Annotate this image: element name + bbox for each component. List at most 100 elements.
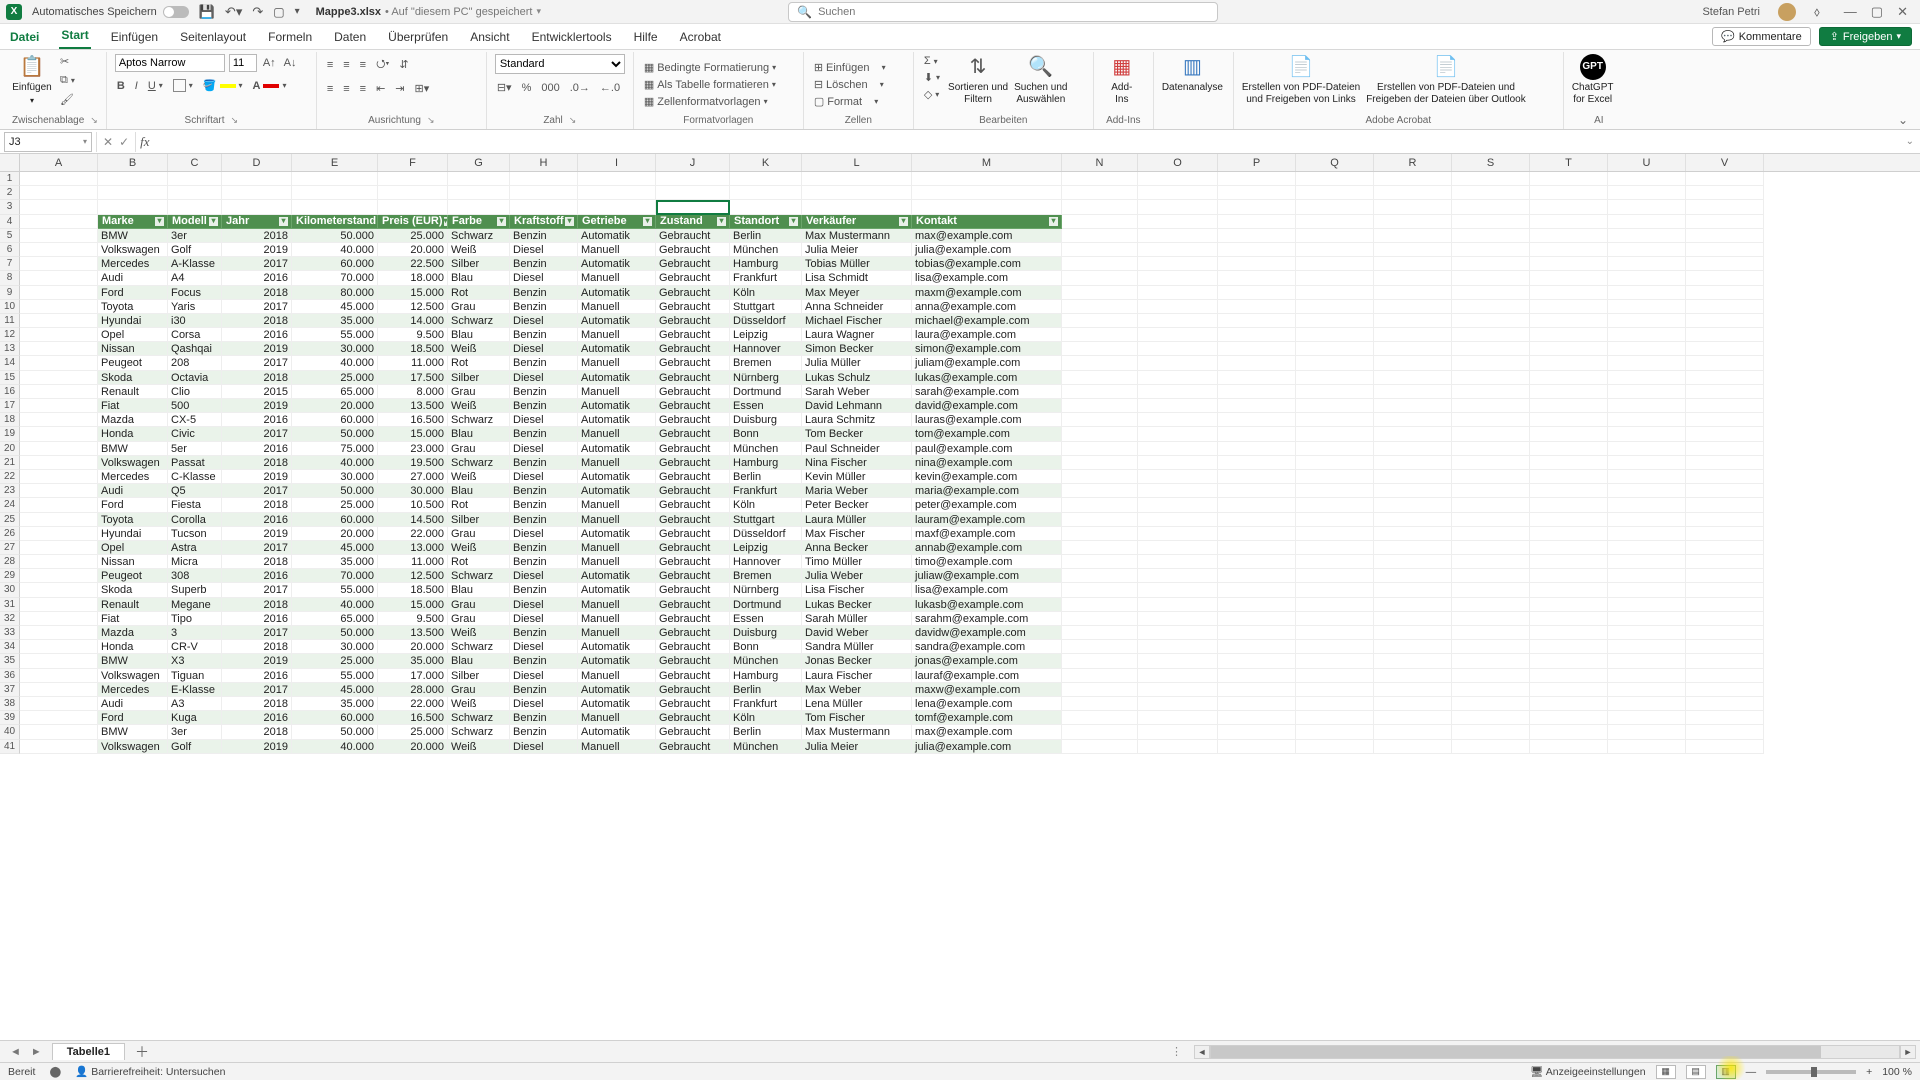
- cell-C1[interactable]: [168, 172, 222, 186]
- cell-A3[interactable]: [20, 200, 98, 214]
- cell-F37[interactable]: 28.000: [378, 683, 448, 697]
- cell-G39[interactable]: Schwarz: [448, 711, 510, 725]
- tab-einfügen[interactable]: Einfügen: [109, 26, 160, 49]
- cell-T21[interactable]: [1530, 456, 1608, 470]
- cell-K39[interactable]: Köln: [730, 711, 802, 725]
- cell-K27[interactable]: Leipzig: [730, 541, 802, 555]
- cell-G20[interactable]: Grau: [448, 442, 510, 456]
- row-header-7[interactable]: 7: [0, 257, 20, 271]
- cell-E30[interactable]: 55.000: [292, 583, 378, 597]
- cell-V23[interactable]: [1686, 484, 1764, 498]
- cell-O39[interactable]: [1138, 711, 1218, 725]
- cell-P16[interactable]: [1218, 385, 1296, 399]
- cell-Q14[interactable]: [1296, 356, 1374, 370]
- cell-B15[interactable]: Skoda: [98, 371, 168, 385]
- cell-O11[interactable]: [1138, 314, 1218, 328]
- cell-D25[interactable]: 2016: [222, 513, 292, 527]
- user-name[interactable]: Stefan Petri: [1702, 6, 1759, 18]
- row-header-2[interactable]: 2: [0, 186, 20, 200]
- scroll-left-button[interactable]: ◄: [1194, 1045, 1210, 1059]
- cell-I29[interactable]: Automatik: [578, 569, 656, 583]
- row-header-28[interactable]: 28: [0, 555, 20, 569]
- cell-K31[interactable]: Dortmund: [730, 598, 802, 612]
- cell-H36[interactable]: Diesel: [510, 669, 578, 683]
- percent-button[interactable]: %: [520, 81, 534, 95]
- filter-arrow-icon[interactable]: ▾: [208, 216, 219, 227]
- cell-M16[interactable]: sarah@example.com: [912, 385, 1062, 399]
- row-header-34[interactable]: 34: [0, 640, 20, 654]
- zoom-out-button[interactable]: —: [1746, 1066, 1757, 1078]
- cell-P2[interactable]: [1218, 186, 1296, 200]
- cell-I34[interactable]: Automatik: [578, 640, 656, 654]
- cell-E24[interactable]: 25.000: [292, 498, 378, 512]
- cell-N14[interactable]: [1062, 356, 1138, 370]
- cell-L14[interactable]: Julia Müller: [802, 356, 912, 370]
- cell-D5[interactable]: 2018: [222, 229, 292, 243]
- align-bottom-button[interactable]: ≡: [358, 58, 368, 72]
- row-header-40[interactable]: 40: [0, 725, 20, 739]
- cell-L18[interactable]: Laura Schmitz: [802, 413, 912, 427]
- cell-O32[interactable]: [1138, 612, 1218, 626]
- cell-Q17[interactable]: [1296, 399, 1374, 413]
- save-icon[interactable]: 💾: [199, 4, 215, 20]
- cell-J34[interactable]: Gebraucht: [656, 640, 730, 654]
- cell-D20[interactable]: 2016: [222, 442, 292, 456]
- cell-L15[interactable]: Lukas Schulz: [802, 371, 912, 385]
- cell-H3[interactable]: [510, 200, 578, 214]
- cell-C30[interactable]: Superb: [168, 583, 222, 597]
- cell-Q20[interactable]: [1296, 442, 1374, 456]
- cell-E16[interactable]: 65.000: [292, 385, 378, 399]
- cell-T4[interactable]: [1530, 215, 1608, 229]
- row-header-25[interactable]: 25: [0, 513, 20, 527]
- cell-F10[interactable]: 12.500: [378, 300, 448, 314]
- redo-icon[interactable]: ↷: [252, 4, 263, 20]
- scroll-right-button[interactable]: ►: [1900, 1045, 1916, 1059]
- cell-P35[interactable]: [1218, 654, 1296, 668]
- format-painter-button[interactable]: 🖌: [58, 92, 77, 107]
- cell-J10[interactable]: Gebraucht: [656, 300, 730, 314]
- cell-L16[interactable]: Sarah Weber: [802, 385, 912, 399]
- cell-U32[interactable]: [1608, 612, 1686, 626]
- cell-J27[interactable]: Gebraucht: [656, 541, 730, 555]
- addins-button[interactable]: ▦Add- Ins: [1102, 54, 1142, 105]
- cell-V4[interactable]: [1686, 215, 1764, 229]
- cell-S3[interactable]: [1452, 200, 1530, 214]
- cell-M26[interactable]: maxf@example.com: [912, 527, 1062, 541]
- cell-A23[interactable]: [20, 484, 98, 498]
- row-header-39[interactable]: 39: [0, 711, 20, 725]
- tab-start[interactable]: Start: [59, 24, 90, 49]
- cell-F27[interactable]: 13.000: [378, 541, 448, 555]
- cell-F6[interactable]: 20.000: [378, 243, 448, 257]
- cell-P10[interactable]: [1218, 300, 1296, 314]
- cell-Q19[interactable]: [1296, 427, 1374, 441]
- cell-L40[interactable]: Max Mustermann: [802, 725, 912, 739]
- cell-U21[interactable]: [1608, 456, 1686, 470]
- cell-G9[interactable]: Rot: [448, 286, 510, 300]
- cell-S19[interactable]: [1452, 427, 1530, 441]
- cell-S34[interactable]: [1452, 640, 1530, 654]
- cell-S37[interactable]: [1452, 683, 1530, 697]
- cell-L36[interactable]: Laura Fischer: [802, 669, 912, 683]
- cell-R35[interactable]: [1374, 654, 1452, 668]
- cell-H10[interactable]: Benzin: [510, 300, 578, 314]
- cell-M33[interactable]: davidw@example.com: [912, 626, 1062, 640]
- cell-O37[interactable]: [1138, 683, 1218, 697]
- cell-L22[interactable]: Kevin Müller: [802, 470, 912, 484]
- cell-J35[interactable]: Gebraucht: [656, 654, 730, 668]
- cell-V5[interactable]: [1686, 229, 1764, 243]
- cell-O31[interactable]: [1138, 598, 1218, 612]
- cell-C39[interactable]: Kuga: [168, 711, 222, 725]
- col-header-M[interactable]: M: [912, 154, 1062, 171]
- cell-M13[interactable]: simon@example.com: [912, 342, 1062, 356]
- cell-J5[interactable]: Gebraucht: [656, 229, 730, 243]
- cell-I5[interactable]: Automatik: [578, 229, 656, 243]
- cell-Q8[interactable]: [1296, 271, 1374, 285]
- sheet-tab[interactable]: Tabelle1: [52, 1043, 125, 1060]
- cell-L9[interactable]: Max Meyer: [802, 286, 912, 300]
- cell-C11[interactable]: i30: [168, 314, 222, 328]
- cell-K25[interactable]: Stuttgart: [730, 513, 802, 527]
- cell-G30[interactable]: Blau: [448, 583, 510, 597]
- cell-U3[interactable]: [1608, 200, 1686, 214]
- row-header-16[interactable]: 16: [0, 385, 20, 399]
- cell-M12[interactable]: laura@example.com: [912, 328, 1062, 342]
